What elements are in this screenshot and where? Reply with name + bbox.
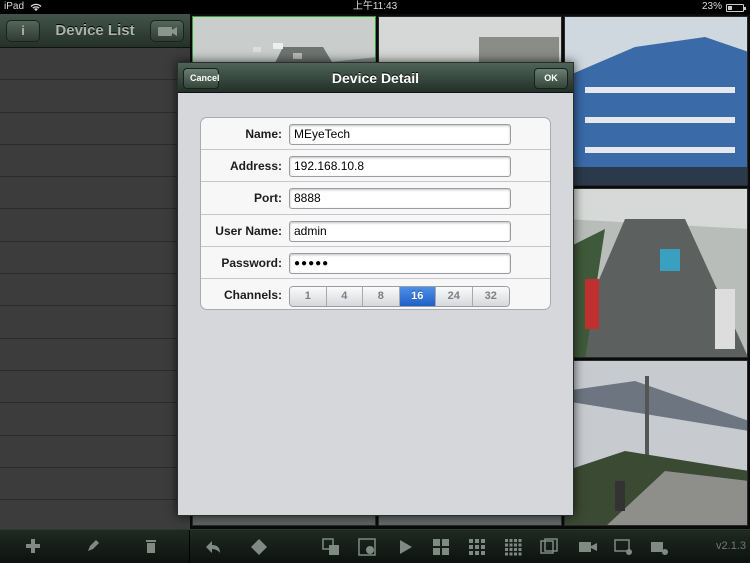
username-field[interactable]: admin (289, 220, 511, 242)
record-icon[interactable] (578, 538, 597, 556)
list-item[interactable] (0, 403, 190, 436)
camera-icon[interactable] (650, 538, 668, 556)
password-row: Password: ●●●●● (201, 247, 550, 279)
dialog-title: Device Detail (331, 70, 420, 86)
camera-feed-tollgate (565, 361, 747, 525)
fullscreen-icon[interactable] (540, 538, 558, 556)
name-field[interactable]: MEyeTech (289, 124, 511, 145)
snapshot-icon[interactable] (358, 538, 376, 556)
address-field[interactable]: 192.168.10.8 (289, 156, 511, 178)
list-item[interactable] (0, 500, 190, 533)
list-item[interactable] (0, 177, 190, 210)
device-list-header: i Device List (0, 14, 190, 48)
clock: 上午11:43 (352, 1, 398, 12)
channel-option-32[interactable]: 32 (472, 286, 509, 306)
ptz-icon[interactable] (250, 538, 268, 556)
list-item[interactable] (0, 48, 190, 81)
camera-gear-icon (158, 27, 177, 36)
list-item[interactable] (0, 274, 190, 307)
list-item[interactable] (0, 144, 190, 178)
list-item[interactable] (0, 370, 190, 404)
battery-icon (726, 3, 746, 12)
port-label: Port: (254, 191, 282, 206)
channels-segmented-control: 1 4 8 16 24 32 (289, 285, 510, 307)
video-cell[interactable] (564, 360, 748, 526)
channel-option-4[interactable]: 4 (326, 286, 363, 306)
password-label: Password: (221, 255, 282, 270)
port-row: Port: 8888 (201, 182, 550, 215)
device-list-toolbar (0, 530, 190, 563)
channel-option-16[interactable]: 16 (399, 286, 436, 306)
trash-icon[interactable] (142, 538, 160, 556)
channel-option-1[interactable]: 1 (290, 286, 327, 306)
list-item[interactable] (0, 338, 190, 371)
camera-feed-buildings (565, 17, 747, 185)
device-detail-dialog: Cancel Device Detail OK Name: MEyeTech A… (177, 62, 574, 516)
list-item[interactable] (0, 112, 190, 145)
name-label: Name: (245, 127, 282, 141)
camera-settings-button[interactable] (150, 20, 184, 42)
grid-4-icon[interactable] (432, 538, 450, 556)
list-item[interactable] (0, 80, 190, 113)
layout-icon[interactable] (322, 538, 340, 556)
list-item[interactable] (0, 241, 190, 275)
video-cell[interactable] (564, 16, 748, 186)
username-row: User Name: admin (201, 215, 550, 247)
playback-icon[interactable] (614, 538, 632, 556)
list-item[interactable] (0, 209, 190, 242)
address-label: Address: (229, 159, 282, 174)
plus-icon[interactable] (24, 538, 42, 556)
status-bar: iPad 上午11:43 23% (0, 0, 750, 14)
list-item[interactable] (0, 306, 190, 339)
battery-percent: 23% (701, 1, 722, 12)
channels-row: Channels: 1 4 8 16 24 32 (201, 279, 550, 309)
play-icon[interactable] (396, 538, 414, 556)
channel-option-8[interactable]: 8 (363, 286, 400, 306)
cancel-button[interactable]: Cancel (183, 68, 220, 89)
name-row: Name: MEyeTech (201, 118, 550, 151)
video-cell[interactable] (564, 188, 748, 358)
device-form: Name: MEyeTech Address: 192.168.10.8 Por… (200, 117, 551, 310)
version-label: v2.1.3 (716, 540, 746, 552)
info-button[interactable]: i (6, 20, 40, 42)
list-item[interactable] (0, 435, 190, 468)
grid-9-icon[interactable] (468, 538, 486, 556)
device-list (0, 48, 190, 533)
device-list-panel: i Device List (0, 14, 190, 533)
ok-button[interactable]: OK (534, 68, 568, 89)
dialog-header: Cancel Device Detail OK (178, 63, 573, 93)
port-field[interactable]: 8888 (289, 188, 511, 210)
address-row: Address: 192.168.10.8 (201, 150, 550, 183)
info-icon: i (21, 23, 25, 38)
password-field[interactable]: ●●●●● (289, 252, 511, 274)
list-item[interactable] (0, 467, 190, 501)
username-label: User Name: (215, 223, 282, 238)
channel-option-24[interactable]: 24 (436, 286, 473, 306)
back-arrow-icon[interactable] (204, 538, 222, 556)
grid-16-icon[interactable] (504, 538, 522, 556)
channels-label: Channels: (223, 287, 282, 302)
camera-feed-expressway (565, 189, 747, 357)
pencil-icon[interactable] (84, 538, 102, 556)
bottom-toolbar: v2.1.3 (0, 529, 750, 563)
device-list-title: Device List (55, 22, 135, 39)
